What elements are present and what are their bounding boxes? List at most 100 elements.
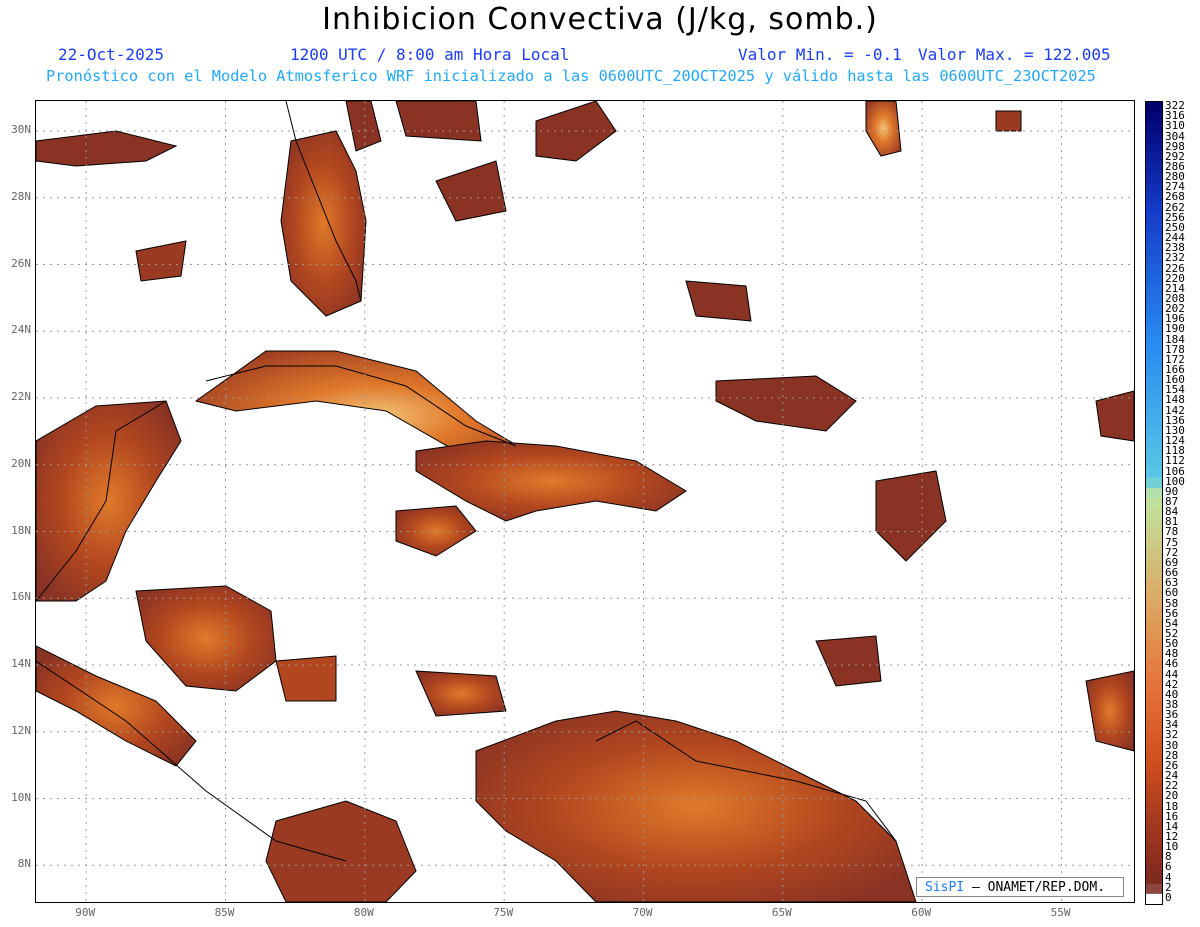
colorbar-swatch	[1146, 700, 1162, 712]
latitude-label: 12N	[11, 723, 31, 737]
colorbar-swatch	[1146, 731, 1162, 743]
colorbar-swatch	[1146, 893, 1162, 905]
map-title: Inhibicion Convectiva (J/kg, somb.)	[322, 2, 878, 37]
colorbar-swatch	[1146, 406, 1162, 418]
colorbar-swatch	[1146, 244, 1162, 255]
colorbar-swatch	[1146, 426, 1162, 438]
colorbar-swatch	[1146, 528, 1162, 540]
colorbar-swatch	[1146, 822, 1162, 834]
colorbar-swatch	[1146, 832, 1162, 844]
map-canvas	[36, 101, 1134, 902]
cin-field	[36, 101, 1134, 902]
colorbar-swatch	[1146, 883, 1162, 895]
colorbar-swatch	[1146, 345, 1162, 357]
colorbar-swatch	[1146, 173, 1162, 184]
colorbar-swatch	[1146, 335, 1162, 347]
colorbar-swatch	[1146, 152, 1162, 164]
colorbar-swatch	[1146, 873, 1162, 885]
colorbar-swatch	[1146, 843, 1162, 854]
latitude-label: 16N	[11, 590, 31, 604]
colorbar-swatch	[1146, 558, 1162, 570]
colorbar-swatch	[1146, 416, 1162, 428]
colorbar-swatch	[1146, 223, 1162, 235]
latitude-label: 10N	[11, 790, 31, 804]
colorbar-swatch	[1146, 142, 1162, 154]
credit-box: SisPI – ONAMET/REP.DOM.	[916, 877, 1124, 897]
colorbar-swatch	[1146, 213, 1162, 225]
colorbar-swatch	[1146, 112, 1162, 123]
colorbar-swatch	[1146, 629, 1162, 641]
latitude-label: 20N	[11, 456, 31, 470]
colorbar-swatch	[1146, 122, 1162, 133]
latitude-label: 24N	[11, 323, 31, 337]
colorbar-swatch	[1146, 650, 1162, 661]
colorbar-swatch	[1146, 690, 1162, 702]
colorbar-swatch	[1146, 640, 1162, 651]
credit-text: – ONAMET/REP.DOM.	[971, 880, 1106, 895]
colorbar-swatch	[1146, 548, 1162, 560]
colorbar-label: 0	[1165, 890, 1172, 904]
latitude-label: 26N	[11, 256, 31, 270]
colorbar-swatch	[1146, 325, 1162, 336]
colorbar-swatch	[1146, 376, 1162, 387]
credit-brand: SisPI	[925, 880, 965, 895]
colorbar-swatch	[1146, 619, 1162, 631]
colorbar-swatch	[1146, 102, 1162, 113]
forecast-time: 1200 UTC / 8:00 am Hora Local	[290, 45, 570, 64]
map-panel	[35, 100, 1135, 903]
colorbar-swatch	[1146, 497, 1162, 509]
max-value: Valor Max. = 122.005	[918, 45, 1111, 64]
colorbar-swatch	[1146, 294, 1162, 306]
latitude-label: 30N	[11, 123, 31, 137]
longitude-label: 60W	[911, 906, 932, 919]
colorbar-swatch	[1146, 508, 1162, 519]
colorbar-swatch	[1146, 477, 1162, 489]
colorbar-swatch	[1146, 193, 1162, 205]
colorbar-swatch	[1146, 355, 1162, 367]
colorbar-swatch	[1146, 589, 1162, 600]
longitude-label: 75W	[493, 906, 514, 919]
colorbar-swatch	[1146, 203, 1162, 215]
latitude-label: 8N	[17, 857, 31, 871]
longitude-label: 80W	[353, 906, 374, 919]
colorbar-swatch	[1146, 670, 1162, 682]
longitude-label: 55W	[1050, 906, 1071, 919]
colorbar-swatch	[1146, 802, 1162, 814]
colorbar-swatch	[1146, 162, 1162, 174]
longitude-label: 65W	[771, 906, 792, 919]
colorbar-swatch	[1146, 609, 1162, 621]
colorbar-swatch	[1146, 233, 1162, 245]
colorbar-swatch	[1146, 264, 1162, 276]
colorbar-swatch	[1146, 274, 1162, 286]
colorbar-swatch	[1146, 579, 1162, 590]
colorbar-swatch	[1146, 853, 1162, 864]
latitude-label: 18N	[11, 523, 31, 537]
colorbar-swatch	[1146, 365, 1162, 377]
colorbar-swatch	[1146, 386, 1162, 397]
colorbar-swatch	[1146, 457, 1162, 468]
colorbar-swatch	[1146, 761, 1162, 773]
colorbar-swatch	[1146, 396, 1162, 408]
colorbar-swatch	[1146, 467, 1162, 479]
latitude-label: 22N	[11, 390, 31, 404]
latitude-label: 14N	[11, 657, 31, 671]
colorbar-swatch	[1146, 660, 1162, 672]
colorbar-swatch	[1146, 782, 1162, 793]
colorbar-swatch	[1146, 599, 1162, 611]
min-value: Valor Min. = -0.1	[738, 45, 902, 64]
colorbar-swatch	[1146, 538, 1162, 550]
colorbar-swatches	[1146, 102, 1162, 905]
colorbar-swatch	[1146, 680, 1162, 692]
colorbar-swatch	[1146, 812, 1162, 824]
colorbar-swatch	[1146, 487, 1162, 499]
colorbar-swatch	[1146, 305, 1162, 316]
colorbar-swatch	[1146, 772, 1162, 783]
colorbar-swatch	[1146, 447, 1162, 458]
colorbar-swatch	[1146, 315, 1162, 326]
colorbar-swatch	[1146, 568, 1162, 580]
colorbar	[1145, 101, 1163, 905]
colorbar-swatch	[1146, 183, 1162, 194]
longitude-label: 85W	[214, 906, 235, 919]
forecast-description: Pronóstico con el Modelo Atmosferico WRF…	[46, 67, 1096, 85]
colorbar-swatch	[1146, 711, 1162, 722]
